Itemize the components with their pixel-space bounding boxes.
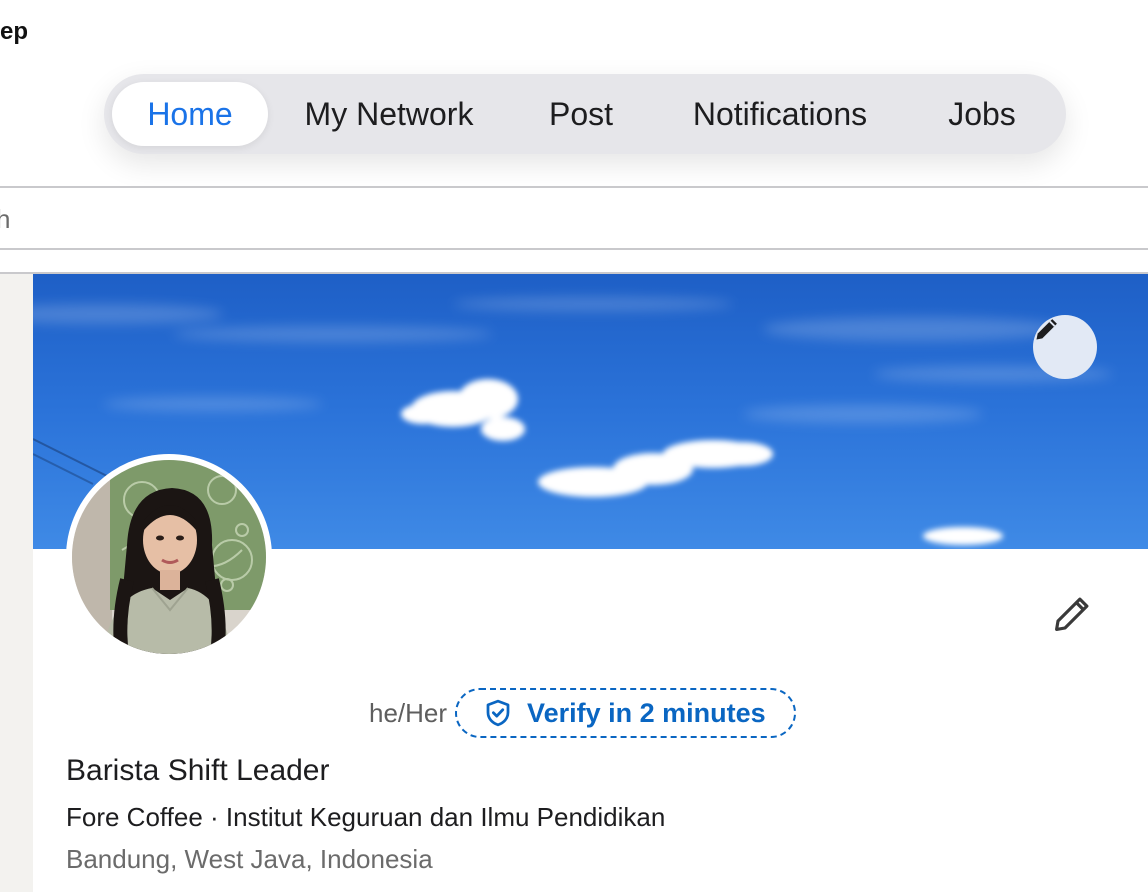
pronoun-row: he/Her Verify in 2 minutes — [369, 688, 796, 738]
edit-intro-button[interactable] — [1050, 592, 1094, 636]
search-placeholder: h — [0, 204, 11, 234]
left-gutter — [0, 274, 33, 892]
profile-headline: Barista Shift Leader — [66, 754, 330, 787]
avatar[interactable] — [66, 454, 272, 660]
pronouns: he/Her — [369, 697, 448, 728]
profile-company-education: Fore Coffee · Institut Keguruan dan Ilmu… — [66, 802, 666, 832]
shield-check-icon — [483, 698, 513, 728]
tab-bar: Home My Network Post Notifications Jobs — [104, 74, 1066, 154]
tab-home[interactable]: Home — [112, 82, 268, 146]
tab-post[interactable]: Post — [510, 82, 652, 146]
profile-card: he/Her Verify in 2 minutes Barista Shift… — [33, 274, 1148, 892]
tab-notifications[interactable]: Notifications — [652, 82, 908, 146]
pencil-icon — [1051, 593, 1093, 635]
tab-my-network[interactable]: My Network — [268, 82, 510, 146]
verify-button[interactable]: Verify in 2 minutes — [455, 688, 796, 738]
profile-location: Bandung, West Java, Indonesia — [66, 844, 433, 874]
search-bar[interactable]: h — [0, 186, 1148, 250]
tab-jobs[interactable]: Jobs — [908, 82, 1056, 146]
profile-screen: ep Home My Network Post Notifications Jo… — [0, 0, 1148, 892]
banner-edit-button[interactable] — [1033, 315, 1097, 379]
app-title-fragment: ep — [0, 18, 29, 45]
verify-label: Verify in 2 minutes — [527, 697, 766, 728]
profile-photo — [72, 460, 266, 654]
